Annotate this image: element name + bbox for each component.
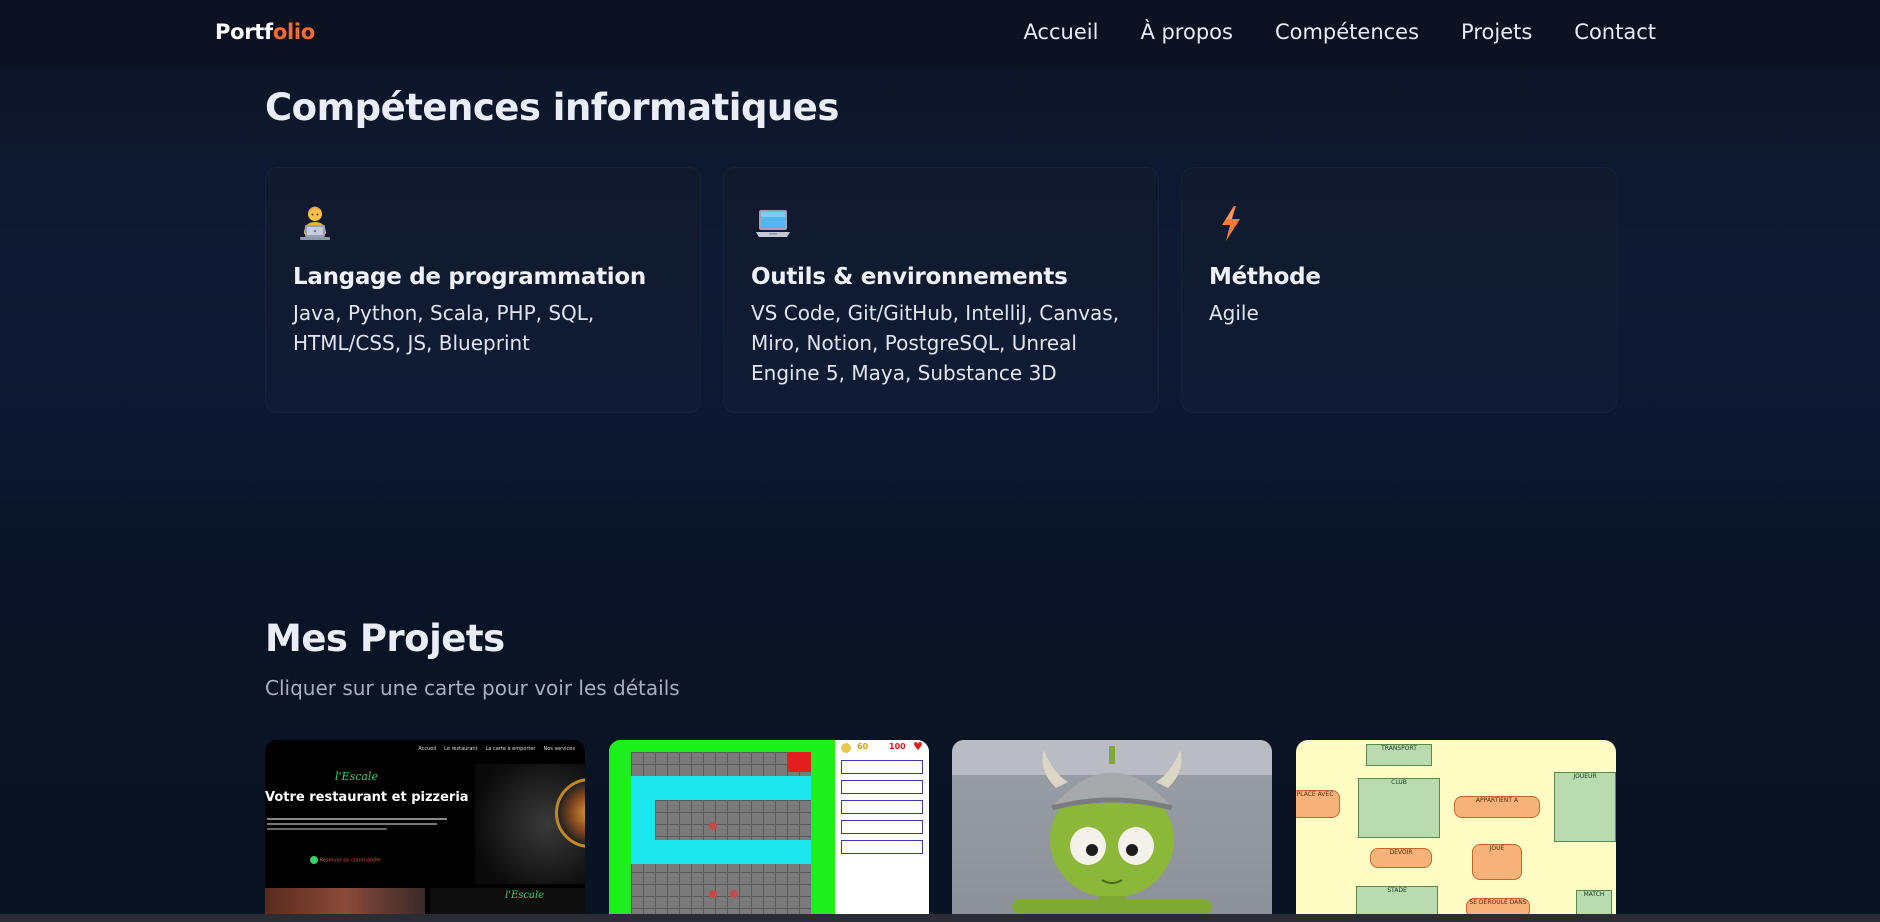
nav-link-contact[interactable]: Contact xyxy=(1574,20,1656,44)
thumb-nav: Accueil Le restaurant La carte à emporte… xyxy=(418,746,575,752)
diagram-entity: JOUEUR xyxy=(1554,772,1616,842)
thumb-logo: l'Escale xyxy=(335,770,378,783)
skill-card-text: Agile xyxy=(1209,301,1259,325)
lightning-icon xyxy=(1222,206,1240,241)
navbar: Portfolio Accueil À propos Compétences P… xyxy=(0,0,1880,68)
skill-card-tools: Outils & environnements VS Code, Git/Git… xyxy=(723,167,1159,413)
project-card-game[interactable]: 60 100 ♥ xyxy=(609,740,929,922)
skill-card-text: Java, Python, Scala, PHP, SQL, HTML/CSS,… xyxy=(293,301,595,355)
skill-card-method: Méthode Agile xyxy=(1181,167,1617,413)
diagram-entity: TRANSPORT xyxy=(1366,744,1432,766)
projects-subtitle: Cliquer sur une carte pour voir les déta… xyxy=(265,676,680,700)
project-card-diagram[interactable]: TRANSPORT CLUB JOUEUR STADE MATCH APPART… xyxy=(1296,740,1616,922)
diagram-relation: JOUE xyxy=(1472,844,1522,880)
nav-link-competences[interactable]: Compétences xyxy=(1275,20,1419,44)
horizontal-scrollbar[interactable] xyxy=(0,914,1880,922)
projects-section-title: Mes Projets xyxy=(265,617,505,660)
nav-link-accueil[interactable]: Accueil xyxy=(1023,20,1098,44)
skill-card-title: Méthode xyxy=(1209,264,1321,290)
technologist-icon xyxy=(300,206,330,240)
skill-card-title: Langage de programmation xyxy=(293,264,646,290)
heart-icon: ♥ xyxy=(913,740,923,753)
laptop-icon xyxy=(756,210,790,237)
nav-link-projets[interactable]: Projets xyxy=(1461,20,1532,44)
thumb-alien-image xyxy=(952,740,1272,922)
nav-link-a-propos[interactable]: À propos xyxy=(1140,20,1233,44)
coin-icon xyxy=(841,743,851,753)
thumb-game-board xyxy=(609,740,835,922)
thumb-pizza-image xyxy=(475,764,585,884)
skill-card-text: VS Code, Git/GitHub, IntelliJ, Canvas, M… xyxy=(751,301,1120,385)
skill-card-languages: Langage de programmation Java, Python, S… xyxy=(265,167,701,413)
diagram-relation: PLACE AVEC xyxy=(1296,790,1340,818)
nav-links: Accueil À propos Compétences Projets Con… xyxy=(981,20,1656,44)
diagram-relation: APPARTIENT A xyxy=(1454,796,1540,818)
skills-section-title: Compétences informatiques xyxy=(265,86,839,129)
thumb-cta: Réserver ou commander xyxy=(310,856,381,864)
thumb-heading: Votre restaurant et pizzeria xyxy=(265,790,469,805)
site-logo[interactable]: Portfolio xyxy=(215,20,315,44)
thumb-game-sidebar: 60 100 ♥ xyxy=(835,740,929,922)
project-card-restaurant[interactable]: Accueil Le restaurant La carte à emporte… xyxy=(265,740,585,922)
skill-card-title: Outils & environnements xyxy=(751,264,1068,290)
diagram-relation: DEVOIR xyxy=(1370,848,1432,868)
diagram-entity: CLUB xyxy=(1358,778,1440,838)
project-card-3d-alien[interactable] xyxy=(952,740,1272,922)
